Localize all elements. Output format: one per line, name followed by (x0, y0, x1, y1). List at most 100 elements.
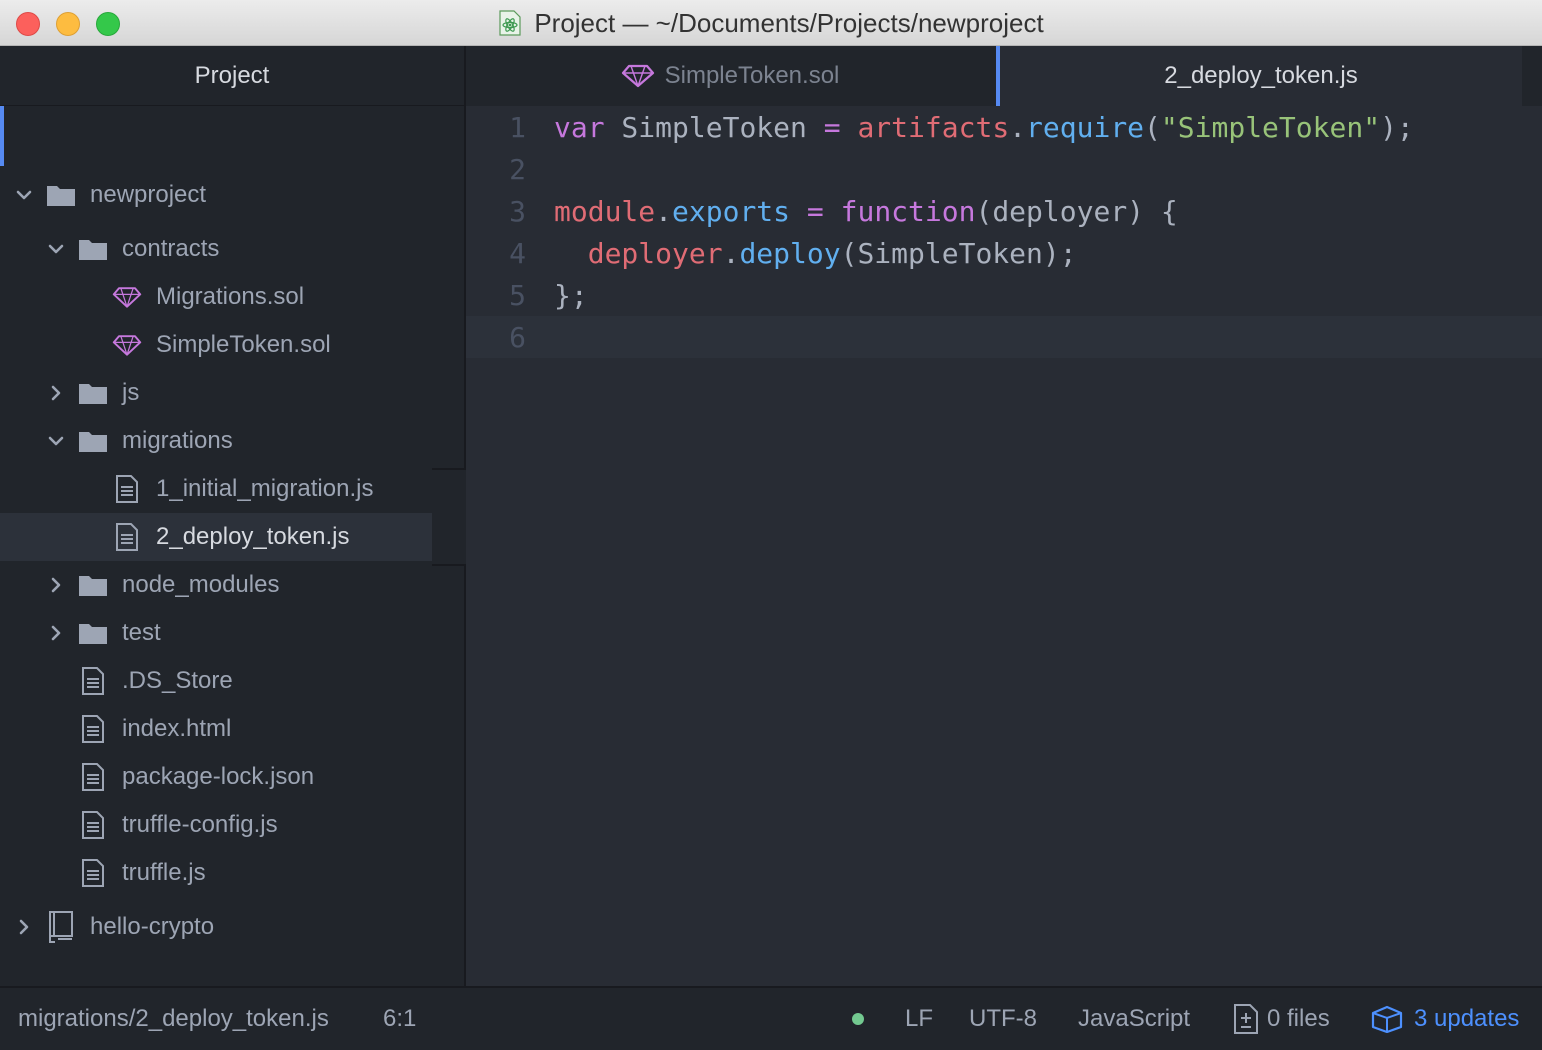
code-token: SimpleToken (604, 110, 824, 144)
chevron-right-icon[interactable] (46, 383, 66, 403)
code-token: require (1026, 110, 1145, 144)
tab-simpletoken-sol[interactable]: SimpleToken.sol (466, 46, 994, 106)
tree-file-item[interactable]: Migrations.sol (0, 273, 464, 321)
tree-file-item[interactable]: truffle-config.js (0, 801, 464, 849)
code-token: . (722, 236, 740, 270)
folder-icon (78, 572, 108, 598)
code-text: }; (554, 279, 588, 312)
code-token: function (840, 194, 976, 228)
tree-item-label: Migrations.sol (156, 283, 305, 310)
tree-item-label: truffle.js (122, 859, 206, 886)
tree-folder-item[interactable]: hello-crypto (0, 903, 464, 951)
tree-item-label: test (122, 619, 161, 646)
repo-icon (46, 911, 76, 943)
files-count: 0 files (1267, 1005, 1330, 1032)
tree-item-label: SimpleToken.sol (156, 331, 331, 358)
solidity-icon (621, 64, 654, 88)
line-number: 6 (509, 320, 526, 354)
code-token: deployer (587, 236, 723, 270)
solidity-icon (112, 332, 142, 358)
chevron-down-icon[interactable] (14, 185, 34, 205)
tree-item-label: node_modules (122, 571, 280, 598)
line-number: 3 (509, 194, 526, 228)
folder-icon (78, 428, 108, 454)
status-line-ending[interactable]: LF (905, 988, 933, 1050)
tree-folder-item[interactable]: migrations (0, 417, 464, 465)
tree-item-label: package-lock.json (122, 763, 315, 790)
tree-item-label: migrations (122, 427, 233, 454)
git-status-indicator (852, 988, 864, 1050)
status-bar: migrations/2_deploy_token.js 6:1 LF UTF-… (0, 986, 1542, 1050)
code-line[interactable]: 5}; (466, 274, 1542, 316)
code-token: deploy (739, 236, 841, 270)
file-icon (78, 667, 108, 695)
status-updates[interactable]: 3 updates (1370, 988, 1519, 1050)
file-icon (78, 715, 108, 743)
code-line[interactable]: 4 deployer.deploy(SimpleToken); (466, 232, 1542, 274)
code-text: deployer.deploy(SimpleToken); (554, 237, 1077, 270)
code-token: = (806, 194, 824, 228)
chevron-right-icon[interactable] (14, 917, 34, 937)
tree-item-label: newproject (90, 181, 207, 208)
folder-icon (46, 182, 76, 208)
code-token: . (1009, 110, 1027, 144)
code-text: var SimpleToken = artifacts.require("Sim… (554, 111, 1414, 144)
tree-file-item[interactable]: index.html (0, 705, 464, 753)
code-line[interactable]: 1 var SimpleToken = artifacts.require("Si… (466, 106, 1542, 148)
status-cursor-position[interactable]: 6:1 (383, 988, 416, 1050)
tab-label: SimpleToken.sol (664, 62, 840, 89)
tree-file-item[interactable]: 2_deploy_token.js (0, 513, 464, 561)
tree-folder-item[interactable]: newproject (0, 171, 464, 219)
tree-item-label: 2_deploy_token.js (156, 523, 350, 550)
tree-file-item[interactable]: .DS_Store (0, 657, 464, 705)
tree-folder-item[interactable]: test (0, 609, 464, 657)
tab-2-deploy-token-js[interactable]: 2_deploy_token.js (996, 46, 1522, 106)
file-icon (78, 763, 108, 791)
code-token: exports (672, 194, 791, 228)
code-token: = (823, 110, 841, 144)
file-icon (78, 859, 108, 887)
tab-bar: SimpleToken.sol 2_deploy_token.js (466, 46, 1542, 106)
code-line[interactable]: 2 (466, 148, 1542, 190)
line-number: 2 (509, 152, 526, 186)
tree-folder-item[interactable]: node_modules (0, 561, 464, 609)
code-line[interactable]: 6 (466, 316, 1542, 358)
root-folder-marker (0, 106, 4, 166)
solidity-icon (112, 284, 142, 310)
code-token: }; (554, 278, 588, 312)
status-files[interactable]: 0 files (1233, 988, 1330, 1050)
tree-folder-item[interactable]: js (0, 369, 464, 417)
chevron-down-icon[interactable] (46, 239, 66, 259)
status-file-path[interactable]: migrations/2_deploy_token.js (18, 988, 329, 1050)
line-number: 5 (509, 278, 526, 312)
git-clean-dot (852, 1013, 864, 1025)
code-token: ); (1380, 110, 1414, 144)
tree-item-label: hello-crypto (90, 913, 215, 940)
tree-item-label: contracts (122, 235, 220, 262)
chevron-right-icon[interactable] (46, 623, 66, 643)
status-grammar[interactable]: JavaScript (1078, 988, 1190, 1050)
line-number: 4 (509, 236, 526, 270)
tree-file-item[interactable]: SimpleToken.sol (0, 321, 464, 369)
tree-folder-item[interactable]: contracts (0, 225, 464, 273)
code-text: module.exports = function(deployer) { (554, 195, 1178, 228)
tree-file-item[interactable]: package-lock.json (0, 753, 464, 801)
updates-count: 3 updates (1414, 1005, 1520, 1032)
window-title: Project — ~/Documents/Projects/newprojec… (534, 7, 1044, 38)
tree-file-item[interactable]: 1_initial_migration.js (0, 465, 464, 513)
tree-view-header: Project (0, 46, 464, 106)
tree-item-label: truffle-config.js (122, 811, 278, 838)
tree-view: Project newproject contracts Migrations.so… (0, 46, 466, 986)
file-icon (78, 811, 108, 839)
status-encoding[interactable]: UTF-8 (969, 988, 1037, 1050)
tree-item-label: index.html (122, 715, 232, 742)
tree-file-item[interactable]: truffle.js (0, 849, 464, 897)
window-title-area: Project — ~/Documents/Projects/newprojec… (0, 0, 1542, 46)
chevron-down-icon[interactable] (46, 431, 66, 451)
code-editor[interactable]: 1 var SimpleToken = artifacts.require("Si… (466, 106, 1542, 986)
chevron-right-icon[interactable] (46, 575, 66, 595)
code-line[interactable]: 3 module.exports = function(deployer) { (466, 190, 1542, 232)
